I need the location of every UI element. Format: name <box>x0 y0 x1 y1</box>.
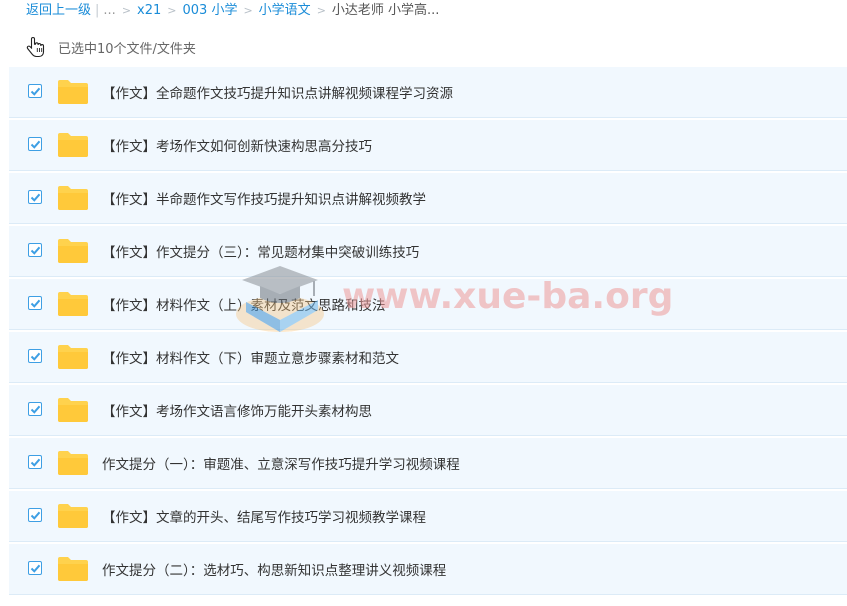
list-item[interactable]: 作文提分（二）：选材巧、构思新知识点整理讲义视频课程 <box>9 544 847 595</box>
checkbox[interactable] <box>28 455 42 469</box>
checkbox[interactable] <box>28 296 42 310</box>
file-name[interactable]: 【作文】半命题作文写作技巧提升知识点讲解视频教学 <box>102 188 426 208</box>
folder-icon <box>58 133 88 157</box>
folder-icon <box>58 504 88 528</box>
check-icon <box>30 299 41 308</box>
list-item[interactable]: 【作文】作文提分（三）：常见题材集中突破训练技巧 <box>9 226 847 277</box>
folder-icon <box>58 239 88 263</box>
file-name[interactable]: 【作文】材料作文（下）审题立意步骤素材和范文 <box>102 347 399 367</box>
list-item[interactable]: 【作文】材料作文（上）素材及范文思路和技法 <box>9 279 847 330</box>
folder-icon <box>58 557 88 581</box>
chevron-right-icon: > <box>167 4 177 17</box>
breadcrumb: 返回上一级 | ... > x21 > 003 小学 > 小学语文 > 小达老师… <box>26 0 439 22</box>
hand-cursor-icon <box>26 36 45 58</box>
checkbox[interactable] <box>28 349 42 363</box>
list-item[interactable]: 【作文】文章的开头、结尾写作技巧学习视频教学课程 <box>9 491 847 542</box>
file-list: 【作文】全命题作文技巧提升知识点讲解视频课程学习资源 【作文】考场作文如何创新快… <box>9 67 847 597</box>
check-icon <box>30 511 41 520</box>
file-name[interactable]: 【作文】考场作文语言修饰万能开头素材构思 <box>102 400 372 420</box>
breadcrumb-item-003[interactable]: 003 小学 <box>183 0 238 22</box>
list-item[interactable]: 【作文】考场作文语言修饰万能开头素材构思 <box>9 385 847 436</box>
file-name[interactable]: 作文提分（二）：选材巧、构思新知识点整理讲义视频课程 <box>102 559 446 579</box>
list-item[interactable]: 【作文】材料作文（下）审题立意步骤素材和范文 <box>9 332 847 383</box>
file-name[interactable]: 【作文】考场作文如何创新快速构思高分技巧 <box>102 135 372 155</box>
list-item[interactable]: 【作文】半命题作文写作技巧提升知识点讲解视频教学 <box>9 173 847 224</box>
selection-bar: 已选中10个文件/文件夹 <box>26 34 196 60</box>
folder-icon <box>58 80 88 104</box>
selection-count: 已选中10个文件/文件夹 <box>58 41 196 57</box>
folder-icon <box>58 398 88 422</box>
check-icon <box>30 246 41 255</box>
checkbox[interactable] <box>28 561 42 575</box>
breadcrumb-ellipsis[interactable]: ... <box>103 0 115 22</box>
checkbox[interactable] <box>28 243 42 257</box>
checkbox[interactable] <box>28 402 42 416</box>
check-icon <box>30 352 41 361</box>
check-icon <box>30 458 41 467</box>
check-icon <box>30 140 41 149</box>
divider: | <box>95 3 100 18</box>
file-name[interactable]: 作文提分（一）：审题准、立意深写作技巧提升学习视频课程 <box>102 453 460 473</box>
check-icon <box>30 405 41 414</box>
checkbox[interactable] <box>28 508 42 522</box>
folder-icon <box>58 451 88 475</box>
file-name[interactable]: 【作文】文章的开头、结尾写作技巧学习视频教学课程 <box>102 506 426 526</box>
list-item[interactable]: 【作文】全命题作文技巧提升知识点讲解视频课程学习资源 <box>9 67 847 118</box>
folder-icon <box>58 292 88 316</box>
chevron-right-icon: > <box>121 4 132 17</box>
chevron-right-icon: > <box>243 4 253 17</box>
check-icon <box>30 193 41 202</box>
folder-icon <box>58 345 88 369</box>
file-name[interactable]: 【作文】材料作文（上）素材及范文思路和技法 <box>102 294 386 314</box>
file-name[interactable]: 【作文】作文提分（三）：常见题材集中突破训练技巧 <box>102 241 419 261</box>
check-icon <box>30 564 41 573</box>
checkbox[interactable] <box>28 137 42 151</box>
breadcrumb-item-x21[interactable]: x21 <box>137 0 161 22</box>
checkbox[interactable] <box>28 84 42 98</box>
list-item[interactable]: 作文提分（一）：审题准、立意深写作技巧提升学习视频课程 <box>9 438 847 489</box>
breadcrumb-current: 小达老师 小学高... <box>331 3 440 18</box>
back-link[interactable]: 返回上一级 <box>26 0 91 22</box>
file-name[interactable]: 【作文】全命题作文技巧提升知识点讲解视频课程学习资源 <box>102 82 453 102</box>
breadcrumb-item-chinese[interactable]: 小学语文 <box>259 0 311 22</box>
list-item[interactable]: 【作文】考场作文如何创新快速构思高分技巧 <box>9 120 847 171</box>
folder-icon <box>58 186 88 210</box>
checkbox[interactable] <box>28 190 42 204</box>
check-icon <box>30 87 41 96</box>
chevron-right-icon: > <box>316 4 326 17</box>
